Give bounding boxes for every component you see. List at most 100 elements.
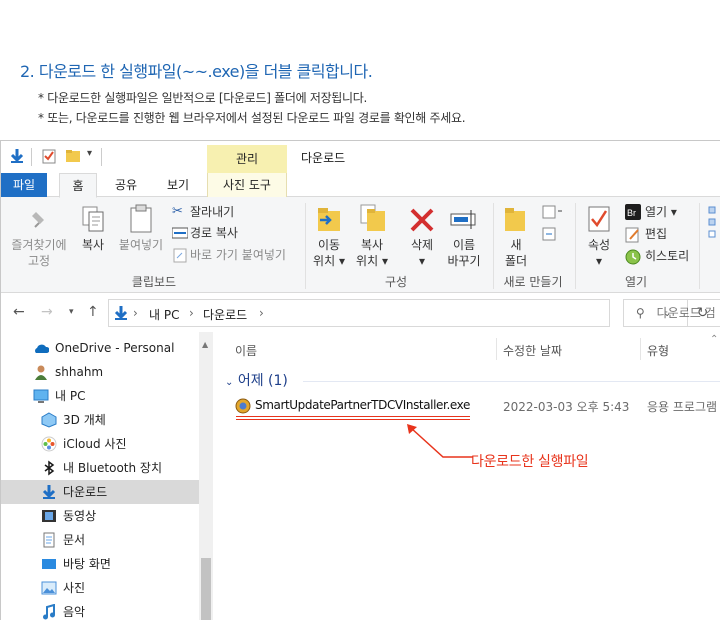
nav-item-downloads[interactable]: 다운로드 bbox=[1, 480, 199, 504]
annotation-callout: 다운로드한 실행파일 bbox=[471, 454, 589, 470]
user-icon bbox=[35, 365, 47, 380]
rename-button[interactable]: 이름 바꾸기 bbox=[443, 237, 485, 269]
download-arrow-icon bbox=[10, 149, 24, 163]
installer-icon bbox=[235, 398, 251, 414]
sort-chevron-icon: ⌃ bbox=[710, 334, 719, 345]
edit-button[interactable]: 편집 bbox=[645, 226, 667, 242]
nav-item-onedrive[interactable]: OneDrive - Personal bbox=[1, 336, 199, 360]
scroll-up-arrow-icon[interactable]: ▲ bbox=[202, 340, 208, 349]
paste-shortcut-icon bbox=[173, 248, 187, 263]
tab-share[interactable]: 공유 bbox=[109, 173, 143, 198]
window-title: 다운로드 bbox=[301, 151, 346, 165]
tab-file[interactable]: 파일 bbox=[1, 173, 47, 197]
new-folder-button[interactable]: 새 폴더 bbox=[501, 237, 531, 269]
rename-icon bbox=[450, 210, 476, 229]
select-grid-icon[interactable] bbox=[707, 205, 720, 245]
cut-button[interactable]: 잘라내기 bbox=[190, 204, 234, 220]
easy-access-icon[interactable] bbox=[541, 225, 563, 243]
tab-view[interactable]: 보기 bbox=[161, 173, 195, 198]
new-folder-big-icon bbox=[505, 208, 525, 231]
nav-item-music[interactable]: 음악 bbox=[1, 600, 199, 620]
group-header-yesterday[interactable]: ⌄ 어제 (1) bbox=[225, 370, 288, 390]
edit-icon bbox=[625, 227, 639, 243]
paste-shortcut-button[interactable]: 바로 가기 붙여넣기 bbox=[190, 247, 286, 263]
delete-button[interactable]: 삭제 ▾ bbox=[403, 237, 441, 269]
pin-icon bbox=[32, 212, 44, 228]
customize-dropdown-icon[interactable]: ▾ bbox=[87, 148, 92, 159]
history-icon bbox=[625, 249, 641, 265]
paste-button[interactable]: 붙여넣기 bbox=[115, 237, 167, 253]
onedrive-icon bbox=[35, 344, 49, 353]
breadcrumb-chevron-icon: › bbox=[189, 306, 194, 320]
column-header-modified[interactable]: 수정한 날짜 bbox=[503, 342, 562, 359]
nav-item-documents[interactable]: 문서 bbox=[1, 528, 199, 552]
note-default-folder: * 다운로드한 실행파일은 일반적으로 [다운로드] 폴더에 저장됩니다. bbox=[38, 91, 368, 105]
nav-item-user[interactable]: shhahm bbox=[1, 360, 199, 384]
address-bar[interactable]: › 내 PC › 다운로드 › ⌄ ↻ bbox=[108, 299, 708, 327]
recent-locations-chevron-icon[interactable]: ▾ bbox=[69, 307, 74, 317]
tab-manage[interactable]: 관리 bbox=[207, 145, 287, 173]
note-browser-path: * 또는, 다운로드를 진행한 웹 브라우저에서 설정된 다운로드 파일 경로를… bbox=[38, 111, 466, 125]
properties-check-icon[interactable] bbox=[41, 148, 57, 164]
file-name[interactable]: SmartUpdatePartnerTDCVInstaller.exe bbox=[255, 398, 470, 412]
desktop-icon bbox=[42, 559, 56, 569]
breadcrumb-chevron-icon[interactable]: › bbox=[259, 306, 264, 320]
annotation-arrow-icon bbox=[407, 424, 473, 458]
copy-button[interactable]: 복사 bbox=[77, 237, 109, 253]
pin-quick-access-button[interactable]: 즐겨찾기에 고정 bbox=[7, 237, 71, 269]
properties-button[interactable]: 속성 ▾ bbox=[581, 237, 617, 269]
download-location-icon bbox=[114, 306, 128, 320]
video-icon bbox=[42, 510, 56, 522]
download-icon bbox=[42, 485, 56, 499]
3d-objects-icon bbox=[41, 412, 57, 428]
nav-scrollbar-thumb[interactable] bbox=[201, 558, 211, 620]
svg-text:Br: Br bbox=[627, 208, 636, 218]
ribbon: 즐겨찾기에 고정 복사 붙여넣기 ✂ 잘라내기 경로 복사 바로 가기 붙여넣기… bbox=[1, 197, 720, 293]
up-arrow-icon[interactable]: ↑ bbox=[87, 304, 99, 320]
title-bar: ▾ 관리 다운로드 bbox=[1, 141, 720, 173]
file-modified: 2022-03-03 오후 5:43 bbox=[503, 400, 630, 414]
search-input[interactable]: ⚲ 다운로드 검 bbox=[623, 299, 720, 327]
back-arrow-icon[interactable]: ← bbox=[13, 304, 25, 320]
navigation-pane: OneDrive - Personal shhahm 내 PC 3D 개체 iC… bbox=[1, 332, 213, 620]
nav-item-desktop[interactable]: 바탕 화면 bbox=[1, 552, 199, 576]
open-button[interactable]: 열기 ▾ bbox=[645, 204, 677, 220]
nav-item-3d-objects[interactable]: 3D 개체 bbox=[1, 408, 199, 432]
bridge-icon: Br bbox=[625, 204, 641, 220]
breadcrumb-downloads[interactable]: 다운로드 bbox=[203, 306, 247, 323]
column-header-name[interactable]: 이름 bbox=[235, 342, 257, 359]
forward-arrow-icon[interactable]: → bbox=[41, 304, 53, 320]
breadcrumb-pc[interactable]: 내 PC bbox=[149, 306, 179, 323]
column-header-type[interactable]: 유형 bbox=[647, 342, 669, 359]
annotation-underline bbox=[236, 416, 470, 417]
move-to-button[interactable]: 이동 위치 ▾ bbox=[309, 237, 349, 269]
group-label-open: 열기 bbox=[624, 275, 648, 289]
paste-icon bbox=[130, 204, 152, 233]
copy-to-icon bbox=[360, 204, 385, 231]
new-item-icon[interactable] bbox=[541, 203, 563, 221]
tab-home[interactable]: 홈 bbox=[59, 173, 97, 198]
copy-path-icon bbox=[172, 227, 188, 239]
step-title: 2. 다운로드 한 실행파일(~~.exe)을 더블 클릭합니다. bbox=[20, 62, 373, 81]
nav-item-bluetooth[interactable]: 내 Bluetooth 장치 bbox=[1, 456, 199, 480]
file-list: 이름 수정한 날짜 유형 ⌃ ⌄ 어제 (1) SmartUpdatePartn… bbox=[213, 332, 720, 620]
group-label-new: 새로 만들기 bbox=[503, 275, 563, 289]
nav-item-this-pc[interactable]: 내 PC bbox=[1, 384, 199, 408]
nav-item-videos[interactable]: 동영상 bbox=[1, 504, 199, 528]
tab-picture-tools[interactable]: 사진 도구 bbox=[207, 173, 287, 198]
ribbon-tabs: 파일 홈 공유 보기 사진 도구 bbox=[1, 173, 720, 198]
group-label-clipboard: 클립보드 bbox=[131, 275, 177, 289]
search-icon: ⚲ bbox=[636, 306, 645, 320]
nav-item-pictures[interactable]: 사진 bbox=[1, 576, 199, 600]
pictures-icon bbox=[41, 581, 57, 595]
new-folder-icon[interactable] bbox=[65, 148, 81, 164]
music-icon bbox=[43, 604, 55, 620]
bluetooth-icon bbox=[44, 460, 55, 476]
nav-item-icloud-photos[interactable]: iCloud 사진 bbox=[1, 432, 199, 456]
address-area: ← → ▾ ↑ › 내 PC › 다운로드 › ⌄ ↻ ⚲ 다운로드 검 bbox=[1, 294, 720, 332]
group-label-organize: 구성 bbox=[384, 275, 408, 289]
copy-path-button[interactable]: 경로 복사 bbox=[190, 225, 238, 241]
history-button[interactable]: 히스토리 bbox=[645, 248, 689, 264]
copy-to-button[interactable]: 복사 위치 ▾ bbox=[351, 237, 393, 269]
delete-icon bbox=[410, 208, 434, 232]
